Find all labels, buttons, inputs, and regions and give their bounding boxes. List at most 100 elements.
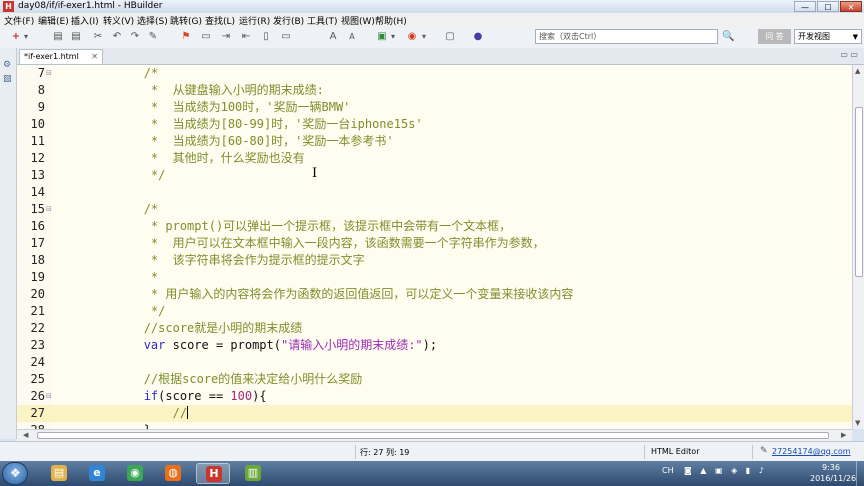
- code-line[interactable]: 24: [17, 354, 852, 371]
- close-button[interactable]: ✕: [840, 1, 862, 12]
- code-line[interactable]: 7 ⊟ /*: [17, 65, 852, 82]
- code-line[interactable]: 13 */: [17, 167, 852, 184]
- menu-view[interactable]: 视图(W): [341, 14, 375, 27]
- code-line[interactable]: 8 * 从键盘输入小明的期末成绩:: [17, 82, 852, 99]
- code-line[interactable]: 12 * 其他时，什么奖励也没有: [17, 150, 852, 167]
- camtasia-task[interactable]: ▥: [236, 463, 270, 484]
- code-token: 100: [230, 389, 253, 403]
- line-number: 14: [30, 185, 45, 199]
- chrome-task[interactable]: ◉: [118, 463, 152, 484]
- menu-file[interactable]: 文件(F): [4, 14, 34, 27]
- font-up-icon[interactable]: A: [327, 31, 339, 43]
- menu-insert[interactable]: 插入(I): [71, 14, 99, 27]
- save-all-icon[interactable]: ▤: [70, 31, 82, 43]
- font-down-icon[interactable]: A: [346, 31, 358, 43]
- scroll-down-icon[interactable]: ▼: [855, 419, 860, 427]
- menu-help[interactable]: 帮助(H): [375, 14, 407, 27]
- undo-icon[interactable]: ↶: [111, 31, 123, 43]
- uncomment-icon[interactable]: ▭: [280, 31, 292, 43]
- bookmark-icon[interactable]: ⚑: [180, 31, 192, 43]
- code-line[interactable]: 16 * prompt()可以弹出一个提示框，该提示框中会带有一个文本框，: [17, 218, 852, 235]
- code-line[interactable]: 23 var score = prompt("请输入小明的期末成绩:");: [17, 337, 852, 354]
- vertical-scrollbar[interactable]: ▲ ▼: [852, 65, 864, 429]
- globe-icon[interactable]: ●: [472, 31, 484, 43]
- explorer-task[interactable]: ▤: [42, 463, 76, 484]
- start-button[interactable]: ❖: [2, 462, 28, 485]
- code-line[interactable]: 14: [17, 184, 852, 201]
- scroll-left-icon[interactable]: ◀: [23, 431, 28, 439]
- firefox-icon: ◍: [165, 465, 181, 481]
- new-dropdown-icon[interactable]: ▾: [22, 31, 30, 43]
- horizontal-scrollbar[interactable]: ◀ ▶: [17, 429, 852, 441]
- menu-tools[interactable]: 工具(T): [307, 14, 338, 27]
- user-account-link[interactable]: 27254174@qq.com: [772, 447, 851, 456]
- code-line[interactable]: 20 * 用户输入的内容将会作为函数的返回值返回，可以定义一个变量来接收该内容: [17, 286, 852, 303]
- code-line[interactable]: 15 ⊟ /*: [17, 201, 852, 218]
- code-line[interactable]: 25 //根据score的值来决定给小明什么奖励: [17, 371, 852, 388]
- menu-publish[interactable]: 发行(B): [273, 14, 304, 27]
- search-icon[interactable]: 🔍: [722, 30, 735, 43]
- fold-toggle-icon[interactable]: ⊟: [46, 69, 52, 77]
- preview-icon[interactable]: ▢: [444, 31, 456, 43]
- code-line[interactable]: 10 * 当成绩为[80-99]时，'奖励一台iphone15s': [17, 116, 852, 133]
- close-tab-icon[interactable]: ✕: [91, 50, 98, 64]
- menu-find[interactable]: 查找(L): [205, 14, 235, 27]
- code-line[interactable]: 18 * 该字符串将会作为提示框的提示文字: [17, 252, 852, 269]
- browser-icon[interactable]: ▣: [376, 31, 388, 43]
- code-editor[interactable]: 7 ⊟ /* 8 * 从键盘输入小明的期末成绩: 9 * 当成绩为100时，'奖励一辆…: [17, 65, 852, 429]
- search-input[interactable]: 搜索（双击Ctrl）: [535, 29, 718, 44]
- menu-edit[interactable]: 编辑(E): [38, 14, 69, 27]
- tab-if-exer1[interactable]: *if-exer1.html ✕: [19, 49, 103, 64]
- horizontal-scroll-thumb[interactable]: [37, 432, 829, 439]
- menu-escape[interactable]: 转义(V): [103, 14, 134, 27]
- code-line[interactable]: 11 * 当成绩为[60-80]时，'奖励一本参考书': [17, 133, 852, 150]
- run-icon[interactable]: ◉: [406, 31, 418, 43]
- system-tray-icons[interactable]: ◙ ▲ ▣ ◈ ▮ ♪: [684, 466, 767, 475]
- format-icon[interactable]: ▭: [200, 31, 212, 43]
- redo-icon[interactable]: ↷: [129, 31, 141, 43]
- scroll-up-icon[interactable]: ▲: [855, 67, 860, 75]
- code-line[interactable]: 19 *: [17, 269, 852, 286]
- outdent-icon[interactable]: ⇤: [240, 31, 252, 43]
- comment-icon[interactable]: ▯: [260, 31, 272, 43]
- maximize-button[interactable]: ☐: [817, 1, 839, 12]
- code-line[interactable]: 21 */: [17, 303, 852, 320]
- minimize-button[interactable]: —: [794, 1, 816, 12]
- fold-toggle-icon[interactable]: ⊟: [46, 392, 52, 400]
- vertical-scroll-thumb[interactable]: [855, 107, 863, 277]
- code-line[interactable]: 27 //: [17, 405, 852, 422]
- code-line[interactable]: 22 //score就是小明的期末成绩: [17, 320, 852, 337]
- plus-icon[interactable]: +: [10, 31, 22, 43]
- menu-run[interactable]: 运行(R): [239, 14, 270, 27]
- ie-task[interactable]: e: [80, 463, 114, 484]
- show-desktop-button[interactable]: [856, 461, 864, 486]
- edit-icon[interactable]: ✎: [147, 31, 159, 43]
- maximize-editor-icon[interactable]: ▭ ▭: [840, 50, 858, 59]
- view-select[interactable]: 开发视图 ▼: [794, 29, 862, 44]
- qa-button[interactable]: 问 答: [758, 29, 791, 44]
- clock-time[interactable]: 9:36: [822, 463, 840, 472]
- settings-icon[interactable]: ⚙: [3, 60, 13, 70]
- firefox-task[interactable]: ◍: [156, 463, 190, 484]
- run-dropdown-icon[interactable]: ▾: [420, 31, 428, 43]
- code-token: );: [422, 338, 438, 352]
- scroll-right-icon[interactable]: ▶: [841, 431, 846, 439]
- hbuilder-task[interactable]: H: [196, 463, 230, 484]
- code-line[interactable]: 28 }: [17, 422, 852, 429]
- code-text: * 当成绩为[80-99]时，'奖励一台iphone15s': [57, 116, 423, 133]
- menu-select[interactable]: 选择(S): [137, 14, 168, 27]
- code-line[interactable]: 9 * 当成绩为100时，'奖励一辆BMW': [17, 99, 852, 116]
- indent-icon[interactable]: ⇥: [220, 31, 232, 43]
- code-line[interactable]: 17 * 用户可以在文本框中输入一段内容，该函数需要一个字符串作为参数，: [17, 235, 852, 252]
- project-icon[interactable]: ▧: [3, 74, 13, 84]
- fold-toggle-icon[interactable]: ⊟: [46, 205, 52, 213]
- code-line[interactable]: 26 ⊟ if(score == 100){: [17, 388, 852, 405]
- browser-dropdown-icon[interactable]: ▾: [389, 31, 397, 43]
- ime-indicator[interactable]: CH: [662, 466, 674, 475]
- text-caret: [187, 406, 189, 419]
- clock-date[interactable]: 2016/11/26: [810, 474, 856, 483]
- cut-icon[interactable]: ✂: [92, 31, 104, 43]
- menu-goto[interactable]: 跳转(G): [170, 14, 202, 27]
- save-icon[interactable]: ▤: [52, 31, 64, 43]
